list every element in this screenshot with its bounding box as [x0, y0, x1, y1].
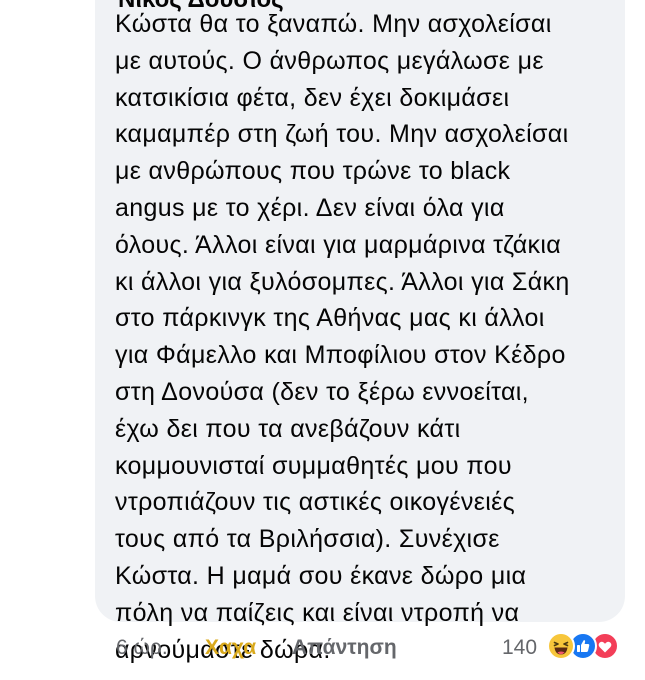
comment-line: όλους. Άλλοι είναι για μαρμάρινα τζάκια	[115, 230, 562, 259]
haha-reaction-button[interactable]: Χαχα	[205, 636, 256, 660]
comment-line: κατσικίσια φέτα, δεν έχει δοκιμάσει	[115, 83, 510, 112]
haha-icon	[547, 632, 575, 660]
comment-line: καμαμπέρ στη ζωή του. Μην ασχολείσαι	[115, 120, 569, 149]
comment-line: ντροπιάζουν τις αστικές οικογένειές	[115, 488, 515, 517]
comment-line: έχω δει που τα ανεβάζουν κάτι	[115, 414, 461, 443]
reaction-count[interactable]: 140	[502, 636, 537, 660]
comment-line: πόλη να παίζεις και είναι ντροπή να	[115, 598, 520, 627]
comment-line: με αυτούς. Ο άνθρωπος μεγάλωσε με	[115, 46, 544, 75]
comment-line: Κώστα θα το ξαναπώ. Μην ασχολείσαι	[115, 10, 552, 38]
comment-line: στη Δονούσα (δεν το ξέρω εννοείται,	[115, 377, 529, 406]
comment-line: angus με το χέρι. Δεν είναι όλα για	[115, 193, 505, 222]
comment-text: Κώστα θα το ξαναπώ. Μην ασχολείσαι με αυ…	[115, 6, 615, 668]
reaction-icons[interactable]	[547, 632, 627, 662]
comment-line: Κώστα. Η μαμά σου έκανε δώρο μια	[115, 561, 527, 590]
reply-button[interactable]: Απάντηση	[292, 636, 397, 660]
comment-actions: 6 ώρ. Χαχα Απάντηση 140	[0, 628, 645, 668]
comment-line: με ανθρώπους που τρώνε το black	[115, 157, 511, 186]
comment-timestamp[interactable]: 6 ώρ.	[116, 636, 168, 660]
comment-line: τους από τα Βριλήσσια). Συνέχισε	[115, 525, 500, 554]
comment-line: στο πάρκινγκ της Αθήνας μας κι άλλοι	[115, 304, 545, 333]
comment-line: κι άλλοι για ξυλόσομπες. Άλλοι για Σάκη	[115, 267, 570, 296]
comment-screen: Νίκος Δούσιος Κώστα θα το ξαναπώ. Μην ασ…	[0, 0, 645, 680]
comment-line: για Φάμελλο και Μποφίλιου στον Κέδρο	[115, 341, 566, 370]
comment-line: κομμουνισταί συμμαθητές μου που	[115, 451, 512, 480]
